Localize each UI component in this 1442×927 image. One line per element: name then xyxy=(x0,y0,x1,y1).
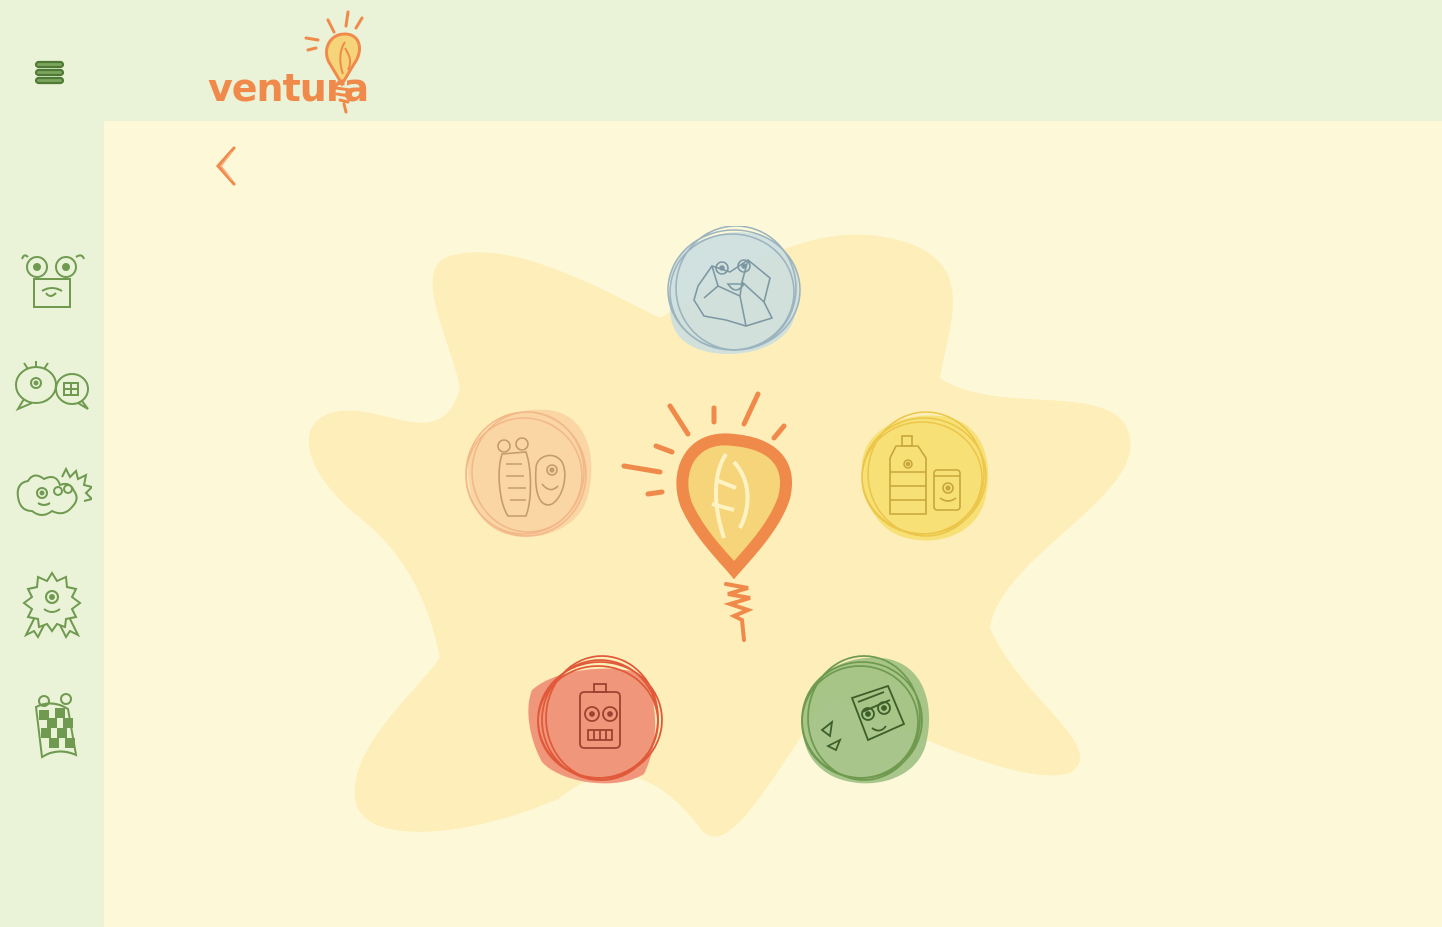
sidebar-item-chat[interactable] xyxy=(12,353,92,423)
glass-bottle-icon xyxy=(801,655,930,784)
award-badge-icon xyxy=(22,571,82,639)
category-plastic-metal[interactable] xyxy=(852,406,1002,546)
category-battery[interactable] xyxy=(524,650,674,790)
lightbulb-icon xyxy=(621,391,792,642)
organic-waste-icon xyxy=(465,409,592,537)
checkered-flag-icon xyxy=(34,693,78,759)
category-organic[interactable] xyxy=(456,404,606,544)
category-glass[interactable] xyxy=(792,650,942,790)
sidebar xyxy=(0,121,104,927)
back-button[interactable] xyxy=(208,144,244,188)
sidebar-item-monster-box[interactable] xyxy=(12,245,92,315)
sidebar-item-finish[interactable] xyxy=(12,689,92,759)
category-paper[interactable] xyxy=(656,225,806,366)
battery-icon xyxy=(528,655,663,784)
chat-monster-icon xyxy=(15,361,89,412)
monster-group-icon xyxy=(16,466,94,516)
sidebar-item-group[interactable] xyxy=(12,459,94,529)
logo-text: ventura xyxy=(208,66,369,110)
crumpled-paper-icon xyxy=(667,225,801,355)
hamburger-menu-icon xyxy=(34,60,65,85)
menu-button[interactable] xyxy=(32,58,68,90)
sidebar-item-award[interactable] xyxy=(12,569,92,639)
monster-box-icon xyxy=(21,254,85,308)
top-bar: ventura xyxy=(0,0,1442,122)
chevron-left-icon xyxy=(215,146,236,186)
bottle-can-icon xyxy=(861,411,989,541)
ventura-logo[interactable]: ventura xyxy=(200,8,380,116)
center-lightbulb xyxy=(616,388,806,648)
